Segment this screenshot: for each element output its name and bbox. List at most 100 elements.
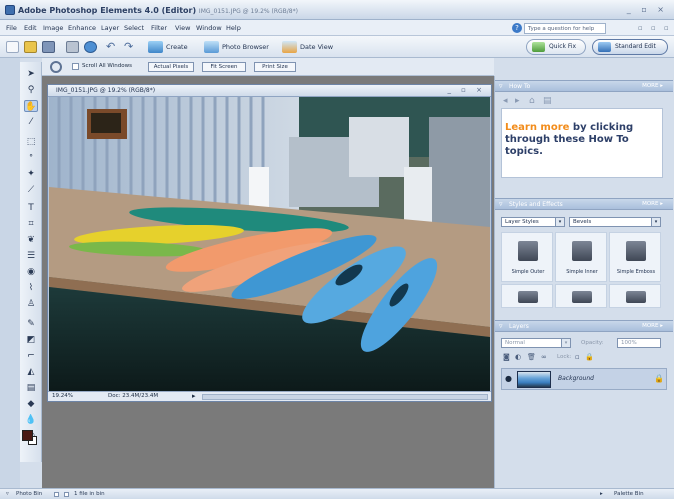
fit-screen-button[interactable]: Fit Screen [202, 62, 246, 72]
eye-icon[interactable]: ● [505, 374, 512, 383]
eraser-tool-icon[interactable]: ◩ [24, 334, 38, 346]
new-layer-icon[interactable]: ◙ [503, 353, 510, 361]
lasso-tool-icon[interactable]: ᐤ [24, 152, 38, 164]
lock-transparency-icon[interactable]: ▫ [575, 353, 580, 361]
menu-view[interactable]: View [175, 24, 190, 32]
foreground-color-swatch[interactable] [22, 430, 33, 441]
menu-image[interactable]: Image [43, 24, 63, 32]
shape-tool-icon[interactable]: ◆ [24, 398, 38, 410]
menu-select[interactable]: Select [124, 24, 144, 32]
status-menu-arrow-icon[interactable]: ▸ [192, 392, 196, 400]
type-tool-icon[interactable]: T [24, 202, 38, 214]
forward-icon[interactable]: ▸ [515, 96, 520, 106]
selection-brush-tool-icon[interactable]: ⟋ [24, 184, 38, 196]
photo-bin-arrow-icon[interactable]: ▿ [6, 491, 9, 497]
adjustment-layer-icon[interactable]: ◐ [515, 353, 521, 361]
save-icon[interactable] [42, 41, 55, 53]
style-row2-1[interactable] [501, 284, 553, 308]
how-to-more-button[interactable]: MORE ▸ [642, 83, 663, 89]
menu-edit[interactable]: Edit [24, 24, 37, 32]
date-view-button[interactable]: Date View [282, 40, 333, 54]
redo-icon[interactable]: ↷ [124, 41, 137, 53]
style-category-select[interactable]: Layer Styles ▾ [501, 217, 565, 227]
collapse-arrow-icon[interactable]: ▿ [499, 200, 503, 208]
create-button[interactable]: Create [148, 40, 188, 54]
trash-icon[interactable]: 🗑 [527, 353, 536, 361]
menu-window[interactable]: Window [196, 24, 222, 32]
styles-palette-header[interactable]: ▿ Styles and Effects MORE ▸ [495, 198, 673, 210]
styles-more-button[interactable]: MORE ▸ [642, 201, 663, 207]
photo-browser-button[interactable]: Photo Browser [204, 40, 269, 54]
bottom-status-bar: ▿ Photo Bin 1 file in bin ▸ Palette Bin [0, 488, 674, 499]
palette-bin-arrow-icon[interactable]: ▸ [600, 491, 603, 497]
style-row2-3[interactable] [609, 284, 661, 308]
new-file-icon[interactable] [6, 41, 19, 53]
cookie-cutter-tool-icon[interactable]: ❦ [24, 234, 38, 246]
clone-stamp-tool-icon[interactable]: ♙ [24, 298, 38, 310]
blur-tool-icon[interactable]: 💧 [24, 414, 38, 426]
opacity-field[interactable]: 100% [617, 338, 661, 348]
layers-more-button[interactable]: MORE ▸ [642, 323, 663, 329]
style-simple-emboss[interactable]: Simple Emboss [609, 232, 661, 282]
style-row2-2[interactable] [555, 284, 607, 308]
paint-bucket-tool-icon[interactable]: ◭ [24, 366, 38, 378]
open-folder-icon[interactable] [24, 41, 37, 53]
style-simple-outer[interactable]: Simple Outer [501, 232, 553, 282]
style-subcategory-select[interactable]: Bevels ▾ [569, 217, 661, 227]
photo-canvas[interactable] [49, 97, 490, 397]
window-controls[interactable]: _ ▫ × [627, 5, 668, 14]
move-tool-icon[interactable]: ➤ [24, 68, 38, 80]
photo-bin-prev-icon[interactable] [54, 492, 59, 497]
crop-tool-icon[interactable]: ⌗ [24, 218, 38, 230]
menu-filter[interactable]: Filter [151, 24, 167, 32]
zoom-level[interactable]: 19.24% [52, 393, 73, 399]
actual-pixels-button[interactable]: Actual Pixels [148, 62, 194, 72]
zoom-tool-icon[interactable]: ⚲ [24, 84, 38, 96]
help-search-input[interactable]: Type a question for help [524, 23, 606, 34]
document-window-buttons[interactable]: _ ▫ × [447, 86, 486, 94]
lock-all-icon[interactable]: 🔒 [585, 353, 594, 361]
brush-tool-icon[interactable]: ⌐ [24, 350, 38, 362]
horizontal-scrollbar[interactable] [202, 394, 488, 400]
print-size-button[interactable]: Print Size [254, 62, 296, 72]
marquee-tool-icon[interactable]: ⬚ [24, 136, 38, 148]
red-eye-tool-icon[interactable]: ◉ [24, 266, 38, 278]
document-title: IMG_0151.JPG @ 19.2% (RGB/8*) [56, 87, 156, 94]
quick-fix-button[interactable]: Quick Fix [526, 39, 586, 55]
collapse-arrow-icon[interactable]: ▿ [499, 322, 503, 330]
straighten-tool-icon[interactable]: ☰ [24, 250, 38, 262]
menu-enhance[interactable]: Enhance [68, 24, 96, 32]
menu-help[interactable]: Help [226, 24, 241, 32]
document-title-bar[interactable]: IMG_0151.JPG @ 19.2% (RGB/8*) _ ▫ × [48, 85, 491, 97]
scroll-all-windows-checkbox[interactable] [72, 63, 79, 70]
photo-bin-next-icon[interactable] [64, 492, 69, 497]
layers-palette-header[interactable]: ▿ Layers MORE ▸ [495, 320, 673, 332]
standard-edit-button[interactable]: Standard Edit [592, 39, 668, 55]
how-to-palette-header[interactable]: ▿ How To MORE ▸ [495, 80, 673, 92]
photo-bin-toggle[interactable]: Photo Bin [16, 491, 42, 497]
menu-file[interactable]: File [6, 24, 17, 32]
document-window-controls[interactable]: ▫ ▫ ▫ [638, 24, 672, 32]
palette-bin-toggle[interactable]: Palette Bin [614, 491, 644, 497]
undo-icon[interactable]: ↶ [106, 41, 119, 53]
collapse-arrow-icon[interactable]: ▿ [499, 82, 503, 90]
gradient-tool-icon[interactable]: ▤ [24, 382, 38, 394]
help-icon[interactable]: ? [512, 23, 522, 33]
files-in-bin: 1 file in bin [74, 491, 105, 497]
pencil-tool-icon[interactable]: ✎ [24, 318, 38, 330]
magic-wand-tool-icon[interactable]: ✦ [24, 168, 38, 180]
style-simple-inner[interactable]: Simple Inner [555, 232, 607, 282]
menu-layer[interactable]: Layer [101, 24, 119, 32]
learn-more-link[interactable]: Learn more [505, 122, 569, 133]
print-topic-icon[interactable]: ▤ [543, 96, 552, 106]
eyedropper-tool-icon[interactable]: ⁄ [24, 116, 38, 128]
hand-tool-icon[interactable]: ✋ [24, 100, 38, 112]
online-services-icon[interactable] [84, 41, 97, 53]
healing-brush-tool-icon[interactable]: ⌇ [24, 282, 38, 294]
link-icon[interactable]: ∞ [541, 353, 547, 361]
blend-mode-select[interactable]: Normal ▾ [501, 338, 571, 348]
layer-row-background[interactable]: ● Background 🔒 [501, 368, 667, 390]
print-icon[interactable] [66, 41, 79, 53]
back-icon[interactable]: ◂ [503, 96, 508, 106]
home-icon[interactable]: ⌂ [529, 96, 535, 106]
